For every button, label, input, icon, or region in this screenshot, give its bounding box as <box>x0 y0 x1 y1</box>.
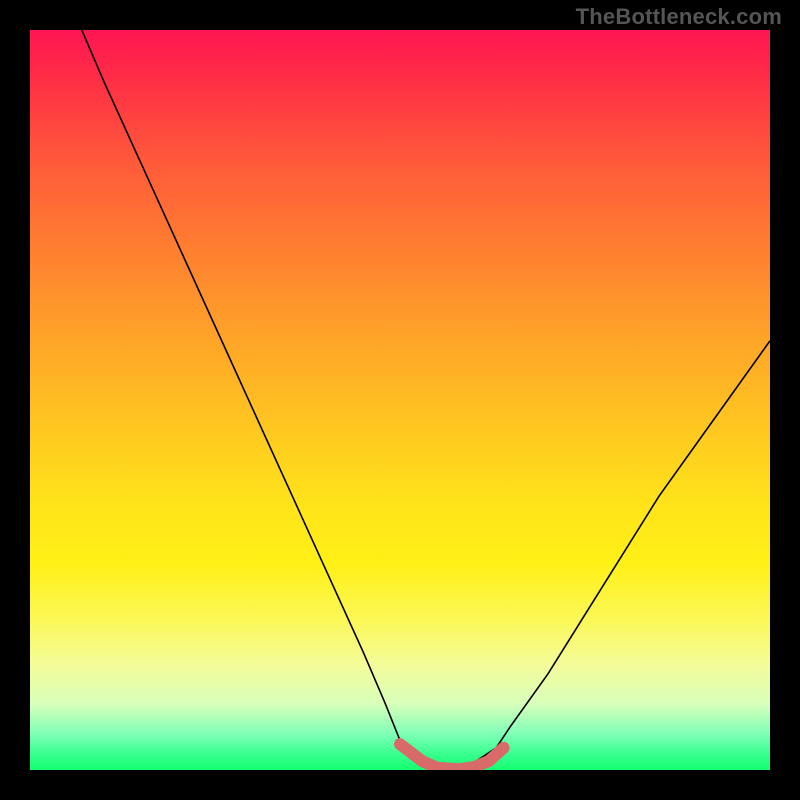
bottleneck-curve <box>82 30 770 770</box>
watermark-text: TheBottleneck.com <box>576 4 782 30</box>
chart-svg <box>30 30 770 770</box>
chart-plot-area <box>30 30 770 770</box>
optimum-highlight <box>400 744 504 769</box>
